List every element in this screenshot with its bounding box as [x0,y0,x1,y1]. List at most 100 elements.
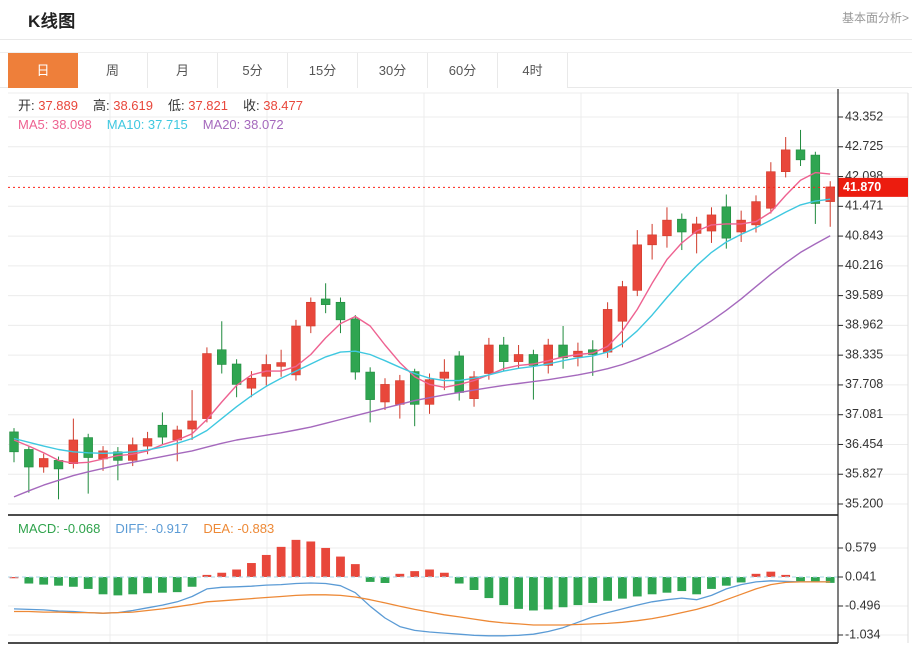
macd-bar [277,547,286,577]
tab-60min[interactable]: 60分 [428,53,498,88]
tab-week[interactable]: 周 [78,53,148,88]
macd-axis-label: -1.034 [845,627,880,641]
candle-up[interactable] [203,354,212,419]
kline-widget: 43.35242.72542.09841.47140.84340.21639.5… [0,0,912,650]
macd-bar [766,572,775,577]
candle-up[interactable] [514,354,523,361]
macd-bar [633,577,642,596]
macd-axis-label: 0.041 [845,569,876,583]
candle-up[interactable] [633,245,642,291]
candle-down[interactable] [677,219,686,232]
ohlc-open: 开: 37.889 [18,98,78,113]
candle-up[interactable] [781,150,790,172]
candle-up[interactable] [39,458,48,467]
macd-bar [321,548,330,577]
candle-up[interactable] [618,287,627,322]
candle-up[interactable] [737,220,746,232]
price-axis-label: 39.589 [845,288,883,302]
macd-bar [113,577,122,595]
macd-bar [499,577,508,605]
tab-5min[interactable]: 5分 [218,53,288,88]
price-axis-label: 37.708 [845,377,883,391]
macd-bar [217,573,226,577]
macd-bar [39,577,48,585]
page-title: K线图 [28,7,76,32]
macd-bar [574,577,583,605]
fundamental-analysis-link[interactable]: 基本面分析> [842,9,909,26]
macd-bar [381,577,390,583]
price-axis-label: 36.454 [845,437,883,451]
macd-bar [24,577,33,584]
price-axis-label: 43.352 [845,109,883,123]
ma-ma5: MA5: 38.098 [18,117,92,132]
ma-ma20: MA20: 38.072 [203,117,284,132]
macd-bar [603,577,612,601]
ohlc-low: 低: 37.821 [168,98,228,113]
candle-up[interactable] [544,345,553,365]
candle-up[interactable] [277,363,286,367]
candle-down[interactable] [321,299,330,305]
macd-bar [455,577,464,584]
macd-bar [544,577,553,609]
macd-bar [514,577,523,609]
candle-up[interactable] [692,224,701,233]
candle-up[interactable] [381,384,390,402]
macd-bar [588,577,597,603]
price-axis-label: 40.216 [845,258,883,272]
price-axis-label: 41.471 [845,199,883,213]
macd-diff: DIFF: -0.917 [115,521,188,536]
tab-4h[interactable]: 4时 [498,53,568,88]
macd-bar [722,577,731,586]
ma-row: MA5: 38.098MA10: 37.715MA20: 38.072 [18,117,299,132]
candle-down[interactable] [24,449,33,467]
macd-bar [648,577,657,594]
candle-down[interactable] [351,319,360,372]
macd-bar [69,577,78,587]
price-axis-label: 35.200 [845,496,883,510]
candle-up[interactable] [143,439,152,447]
tab-month[interactable]: 月 [148,53,218,88]
macd-bar [99,577,108,594]
tab-30min[interactable]: 30分 [358,53,428,88]
candle-up[interactable] [188,421,197,429]
candle-up[interactable] [707,215,716,231]
candle-down[interactable] [796,150,805,160]
price-axis-label: 38.962 [845,318,883,332]
candle-down[interactable] [336,302,345,320]
macd-macd: MACD: -0.068 [18,521,100,536]
candle-up[interactable] [484,345,493,373]
macd-bar [559,577,568,607]
price-axis-label: 38.335 [845,347,883,361]
candle-down[interactable] [232,364,241,384]
macd-bar [84,577,93,589]
tab-day[interactable]: 日 [8,53,78,88]
header: K线图 基本面分析> [0,0,912,40]
tab-15min[interactable]: 15分 [288,53,358,88]
macd-bar [143,577,152,593]
candle-up[interactable] [648,235,657,245]
candle-down[interactable] [217,350,226,365]
macd-bar [158,577,167,593]
macd-bar [707,577,716,589]
candle-down[interactable] [366,372,375,400]
macd-row: MACD: -0.068DIFF: -0.917DEA: -0.883 [18,521,289,536]
candle-down[interactable] [722,207,731,238]
candle-up[interactable] [663,220,672,236]
candle-down[interactable] [811,155,820,203]
candle-down[interactable] [455,356,464,393]
candle-down[interactable] [499,345,508,362]
candle-up[interactable] [766,172,775,209]
macd-bar [737,577,746,582]
macd-bar [336,557,345,577]
candle-down[interactable] [84,438,93,458]
current-price-label: 41.870 [843,180,881,194]
candle-up[interactable] [440,372,449,378]
macd-bar [811,577,820,582]
price-axis-label: 40.843 [845,228,883,242]
macd-bar [366,577,375,582]
candle-down[interactable] [158,425,167,437]
macd-bar [440,573,449,577]
candle-up[interactable] [395,381,404,405]
candle-up[interactable] [306,302,315,326]
candle-up[interactable] [247,378,256,388]
